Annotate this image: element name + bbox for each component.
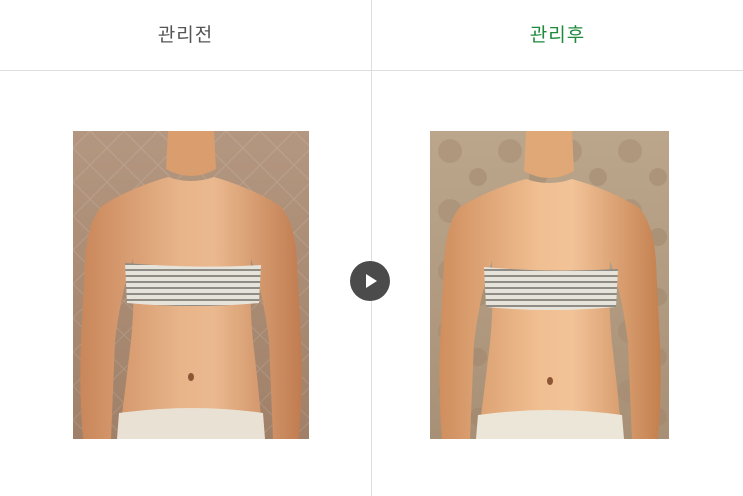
- before-torso-image: [73, 131, 309, 439]
- before-label: 관리전: [157, 24, 214, 46]
- after-photo: [430, 131, 669, 439]
- before-photo: [73, 131, 309, 439]
- before-after-comparison: 관리전 관리후: [0, 0, 743, 496]
- play-icon: [366, 274, 377, 288]
- after-torso-image: [430, 131, 669, 439]
- center-divider: [371, 0, 372, 496]
- after-label: 관리후: [529, 24, 586, 46]
- play-button[interactable]: [350, 261, 390, 301]
